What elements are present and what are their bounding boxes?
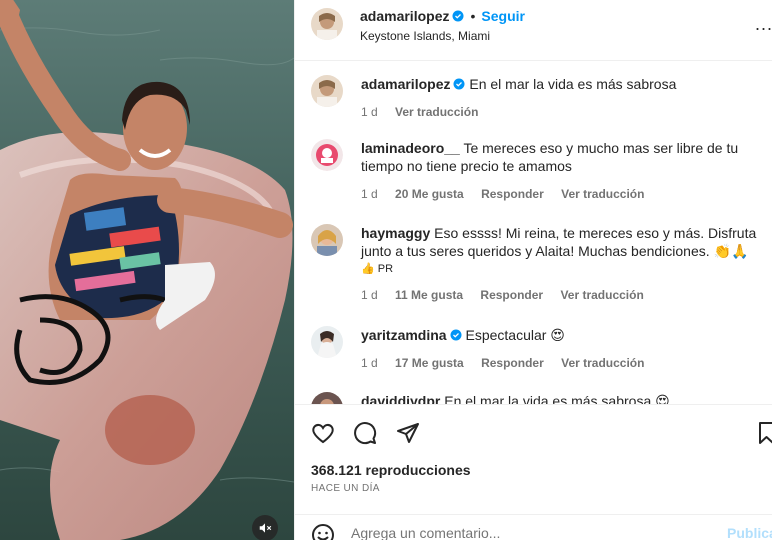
verified-badge-icon: [452, 10, 464, 22]
post-media-video[interactable]: [0, 0, 294, 540]
comment-username[interactable]: daviddiydpr: [361, 393, 440, 404]
comment-likes[interactable]: 17 Me gusta: [395, 356, 464, 370]
see-translation-button[interactable]: Ver traducción: [395, 105, 478, 119]
comment-avatar[interactable]: [311, 139, 343, 171]
see-translation-button[interactable]: Ver traducción: [561, 187, 644, 201]
bookmark-icon[interactable]: [759, 421, 772, 450]
comment-text: Espectacular 😍: [465, 327, 565, 343]
comment-username[interactable]: yaritzamdina: [361, 327, 447, 343]
comment-avatar[interactable]: [311, 392, 343, 404]
see-translation-button[interactable]: Ver traducción: [560, 288, 643, 302]
caption-avatar[interactable]: [311, 75, 343, 107]
post-actions-section: 368.121 reproducciones HACE UN DÍA Publi…: [295, 404, 772, 540]
caption-username[interactable]: adamarilopez: [361, 76, 450, 92]
muted-speaker-icon: [259, 523, 272, 533]
comment-likes[interactable]: 20 Me gusta: [395, 187, 464, 201]
share-icon[interactable]: [396, 421, 420, 445]
comment-username[interactable]: laminadeoro__: [361, 140, 460, 156]
mute-toggle-button[interactable]: [252, 515, 278, 540]
add-comment-bar: Publica: [295, 514, 772, 540]
comment-likes[interactable]: 11 Me gusta: [395, 288, 463, 302]
comments-list[interactable]: adamarilopez En el mar la vida es más sa…: [295, 62, 772, 404]
follow-button[interactable]: Seguir: [481, 8, 525, 24]
separator-dot: •: [470, 8, 476, 24]
author-username[interactable]: adamarilopez: [360, 8, 449, 24]
heart-icon[interactable]: [311, 421, 335, 445]
author-avatar[interactable]: [311, 8, 343, 40]
verified-badge-icon: [453, 78, 465, 90]
reply-button[interactable]: Responder: [481, 187, 544, 201]
view-count[interactable]: 368.121 reproducciones: [311, 462, 471, 478]
post-timestamp[interactable]: HACE UN DÍA: [311, 483, 380, 494]
emoji-icon[interactable]: [311, 523, 335, 540]
comment-avatar[interactable]: [311, 224, 343, 256]
post-header: adamarilopez • Seguir Keystone Islands, Mi…: [295, 0, 772, 61]
video-frame-image: [0, 0, 294, 540]
comment-icon[interactable]: [353, 421, 377, 445]
comment-time[interactable]: 1 d: [361, 288, 378, 302]
comment-username[interactable]: haymaggy: [361, 225, 430, 241]
comment-time[interactable]: 1 d: [361, 356, 378, 370]
more-options-icon[interactable]: ...: [755, 14, 772, 35]
post-side-panel: adamarilopez • Seguir Keystone Islands, Mi…: [294, 0, 772, 540]
comment-text: En el mar la vida es más sabrosa 😍: [444, 393, 670, 404]
caption-time[interactable]: 1 d: [361, 105, 378, 119]
comment-text-continued: 👍 PR: [361, 263, 394, 275]
verified-badge-icon: [450, 329, 462, 341]
see-translation-button[interactable]: Ver traducción: [561, 356, 644, 370]
reply-button[interactable]: Responder: [480, 288, 543, 302]
comment-time[interactable]: 1 d: [361, 187, 378, 201]
comment-input[interactable]: [351, 525, 711, 540]
caption-text: En el mar la vida es más sabrosa: [469, 76, 677, 92]
reply-button[interactable]: Responder: [481, 356, 544, 370]
comment-avatar[interactable]: [311, 326, 343, 358]
post-location[interactable]: Keystone Islands, Miami: [360, 29, 490, 43]
post-comment-button[interactable]: Publica: [727, 525, 772, 540]
